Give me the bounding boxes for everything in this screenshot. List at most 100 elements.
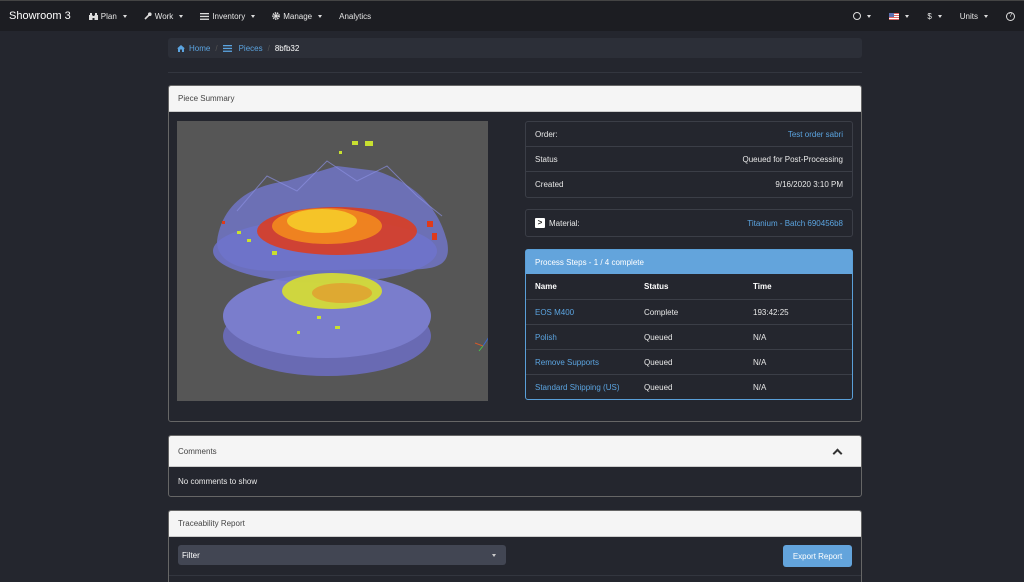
order-link[interactable]: Test order sabri: [788, 130, 843, 139]
list-icon: [200, 12, 210, 20]
axis-gizmo: [474, 337, 488, 352]
chevron-down-icon: [937, 14, 942, 18]
table-row: Remove Supports Queued N/A: [526, 349, 852, 374]
nav-analytics[interactable]: Analytics: [339, 12, 371, 21]
table-row: Standard Shipping (US) Queued N/A: [526, 374, 852, 399]
chevron-down-icon: [179, 14, 184, 18]
top-navbar: Showroom 3 Plan Work Inventory Manage An…: [0, 0, 1024, 31]
chevron-down-icon: [251, 14, 256, 18]
3d-model-viewer[interactable]: [177, 121, 488, 401]
nav-plan-label: Plan: [100, 11, 117, 21]
wrench-icon: [144, 12, 152, 20]
comments-heading: Comments: [169, 436, 861, 467]
traceability-panel: Traceability Report Filter Export Report: [168, 510, 862, 582]
process-steps-header-row: Name Status Time: [526, 274, 852, 299]
user-circle-icon: [853, 12, 862, 20]
piece-details: Order: Test order sabri Status Queued fo…: [525, 121, 853, 198]
nav-manage-label: Manage: [283, 11, 313, 21]
divider: [169, 575, 861, 576]
detail-row-created: Created 9/16/2020 3:10 PM: [526, 172, 852, 197]
material-label: Material:: [549, 218, 580, 228]
breadcrumb-home-label: Home: [189, 43, 211, 53]
home-icon: [177, 44, 185, 52]
chevron-up-icon[interactable]: [832, 448, 843, 458]
column-header-name: Name: [535, 282, 557, 291]
list-icon: [222, 44, 232, 52]
breadcrumb-current: 8bfb32: [274, 43, 300, 53]
chevron-down-icon: [122, 14, 127, 18]
model-render: [213, 141, 488, 376]
currency-menu[interactable]: $: [927, 11, 942, 21]
units-label: Units: [959, 11, 978, 21]
detail-row-status: Status Queued for Post-Processing: [526, 147, 852, 172]
comments-panel: Comments No comments to show: [168, 435, 862, 497]
step-time: N/A: [753, 357, 767, 367]
detail-row-order: Order: Test order sabri: [526, 122, 852, 147]
navbar-right: $ Units ?: [835, 11, 1024, 21]
nav-inventory-label: Inventory: [212, 11, 246, 21]
nav-work[interactable]: Work: [144, 12, 184, 21]
breadcrumb-separator: /: [267, 43, 270, 53]
traceability-heading: Traceability Report: [169, 511, 861, 537]
step-status: Queued: [644, 332, 673, 342]
step-name-link[interactable]: EOS M400: [526, 308, 644, 317]
expand-toggle-icon[interactable]: >: [535, 218, 545, 228]
step-status: Queued: [644, 382, 673, 392]
breadcrumb-separator: /: [215, 43, 218, 53]
piece-summary-panel: Piece Summary Order: Test order sabri St…: [168, 85, 862, 422]
table-row: Polish Queued N/A: [526, 324, 852, 349]
step-time: N/A: [753, 382, 767, 392]
gear-icon: [272, 12, 281, 20]
currency-label: $: [927, 11, 932, 21]
chevron-down-icon: [905, 14, 910, 18]
units-menu[interactable]: Units: [960, 12, 988, 21]
chevron-down-icon: [492, 554, 496, 557]
breadcrumb-home[interactable]: Home: [177, 44, 210, 53]
chevron-down-icon: [984, 14, 988, 18]
us-flag-icon: [889, 12, 900, 20]
breadcrumb: Home / Pieces / 8bfb32: [168, 38, 862, 58]
nav-plan[interactable]: Plan: [88, 11, 127, 21]
breadcrumb-pieces[interactable]: Pieces: [222, 43, 263, 53]
nav-manage[interactable]: Manage: [272, 11, 323, 21]
created-value: 9/16/2020 3:10 PM: [775, 180, 843, 189]
question-circle-icon: ?: [1006, 11, 1015, 21]
comments-empty-text: No comments to show: [178, 477, 258, 486]
detail-label: Created: [535, 180, 564, 189]
step-time: N/A: [753, 332, 767, 342]
column-header-status: Status: [644, 282, 669, 291]
material-box: > Material: Titanium - Batch 690456b8: [525, 209, 853, 237]
breadcrumb-pieces-label: Pieces: [238, 43, 263, 53]
detail-label: Order:: [535, 129, 558, 139]
divider: [168, 72, 862, 73]
brand-logo[interactable]: Showroom 3: [9, 10, 71, 22]
step-name-link[interactable]: Polish: [526, 333, 644, 342]
nav-work-label: Work: [154, 11, 174, 21]
filter-select[interactable]: Filter: [178, 545, 506, 565]
step-name-link[interactable]: Standard Shipping (US): [526, 383, 644, 392]
material-link[interactable]: Titanium - Batch 690456b8: [747, 219, 843, 228]
export-report-button[interactable]: Export Report: [783, 545, 852, 567]
detail-label: Status: [535, 154, 558, 164]
piece-summary-heading: Piece Summary: [169, 86, 861, 112]
user-menu[interactable]: [853, 12, 872, 20]
material-row: > Material: Titanium - Batch 690456b8: [526, 210, 852, 236]
step-status: Queued: [644, 357, 673, 367]
step-status: Complete: [644, 307, 679, 317]
column-header-time: Time: [753, 282, 772, 291]
nav-analytics-label: Analytics: [339, 11, 372, 21]
nav-inventory[interactable]: Inventory: [200, 11, 256, 21]
help-button[interactable]: ?: [1006, 11, 1024, 21]
chevron-down-icon: [867, 14, 872, 18]
step-time: 193:42:25: [753, 307, 789, 317]
process-steps-panel: Process Steps - 1 / 4 complete Name Stat…: [525, 249, 853, 400]
table-row: EOS M400 Complete 193:42:25: [526, 299, 852, 324]
comments-title: Comments: [178, 446, 217, 456]
process-steps-heading: Process Steps - 1 / 4 complete: [526, 250, 852, 274]
chevron-down-icon: [318, 14, 323, 18]
status-value: Queued for Post-Processing: [742, 154, 844, 164]
language-menu[interactable]: [889, 12, 910, 20]
step-name-link[interactable]: Remove Supports: [526, 358, 644, 367]
binoculars-icon: [88, 12, 98, 20]
filter-placeholder: Filter: [182, 550, 200, 560]
